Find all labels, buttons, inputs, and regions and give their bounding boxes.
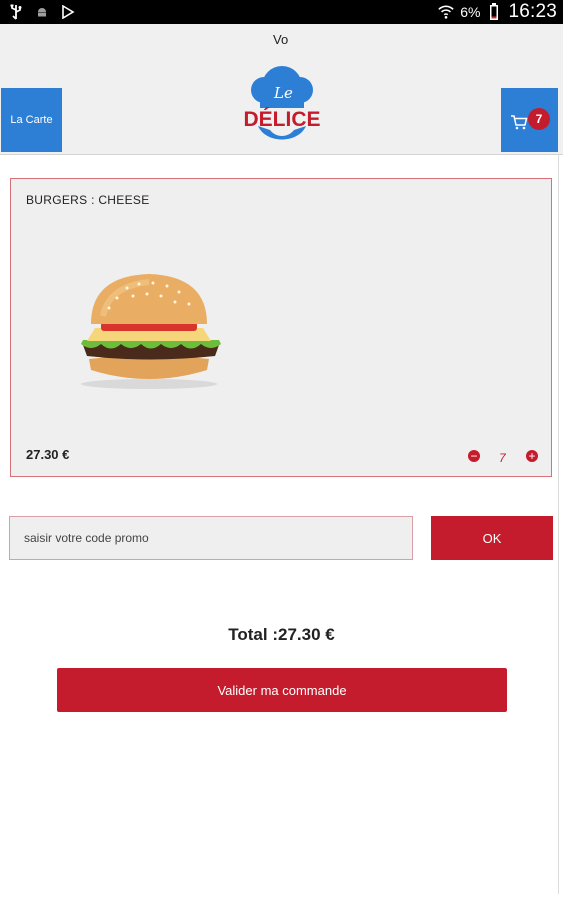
battery-icon — [486, 3, 502, 20]
promo-code-input[interactable] — [9, 516, 413, 560]
promo-ok-label: OK — [482, 530, 502, 546]
quantity-decrease-button[interactable]: − — [468, 450, 480, 462]
app-header: Vo La Carte Le DÉLICE 7 — [0, 24, 563, 155]
product-name: BURGERS : CHEESE — [26, 193, 150, 207]
android-icon — [34, 4, 50, 20]
status-time: 16:23 — [508, 1, 557, 22]
status-bar: 6% 16:23 — [0, 0, 563, 24]
cart-icon — [511, 115, 528, 130]
le-delice-logo: Le DÉLICE — [243, 66, 321, 140]
quantity-value: 7 — [499, 451, 506, 465]
order-total: Total :27.30 € — [228, 625, 335, 644]
voice-search-text[interactable]: Vo — [273, 32, 288, 47]
promo-ok-button[interactable]: OK — [431, 516, 553, 560]
product-price: 27.30 € — [26, 447, 70, 462]
logo-brand-text: DÉLICE — [243, 108, 320, 131]
cart-button[interactable]: 7 — [501, 88, 558, 152]
play-store-icon — [60, 4, 76, 20]
right-divider — [558, 154, 559, 894]
logo-script-text: Le — [273, 84, 293, 102]
validate-order-button[interactable]: Valider ma commande — [57, 668, 507, 712]
cheeseburger-image — [81, 274, 221, 389]
quantity-increase-button[interactable]: + — [526, 450, 538, 462]
cart-count-badge: 7 — [528, 108, 550, 130]
product-card: BURGERS : CHEESE 27.30 € − 7 + — [10, 178, 552, 477]
validate-order-label: Valider ma commande — [217, 682, 347, 698]
la-carte-label: La Carte — [10, 114, 53, 126]
la-carte-button[interactable]: La Carte — [1, 88, 62, 152]
wifi-icon — [438, 4, 454, 20]
battery-percent: 6% — [460, 4, 481, 20]
usb-icon — [8, 4, 24, 20]
